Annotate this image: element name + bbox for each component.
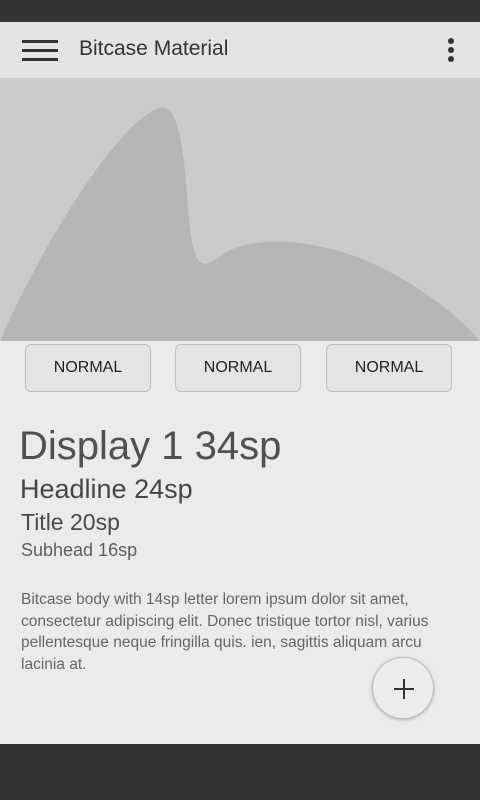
title-text: Title 20sp: [21, 509, 120, 535]
hero-image: [0, 78, 480, 341]
normal-button-3[interactable]: NORMAL: [326, 344, 452, 392]
app-screen: Bitcase Material NORMAL NORMAL NORMAL Di…: [0, 22, 480, 744]
add-fab-button[interactable]: [372, 657, 434, 719]
subhead-text: Subhead 16sp: [21, 540, 138, 560]
status-bar: [0, 0, 480, 22]
hamburger-menu-icon[interactable]: [22, 40, 58, 62]
normal-button-1[interactable]: NORMAL: [25, 344, 151, 392]
mountain-shape-image: [0, 107, 480, 341]
headline-text: Headline 24sp: [20, 474, 193, 504]
app-bar: Bitcase Material: [0, 22, 480, 78]
normal-button-2[interactable]: NORMAL: [175, 344, 301, 392]
more-vert-icon[interactable]: [442, 36, 462, 64]
display1-text: Display 1 34sp: [19, 424, 282, 468]
navigation-bar: [0, 744, 480, 800]
app-title: Bitcase Material: [79, 37, 229, 60]
